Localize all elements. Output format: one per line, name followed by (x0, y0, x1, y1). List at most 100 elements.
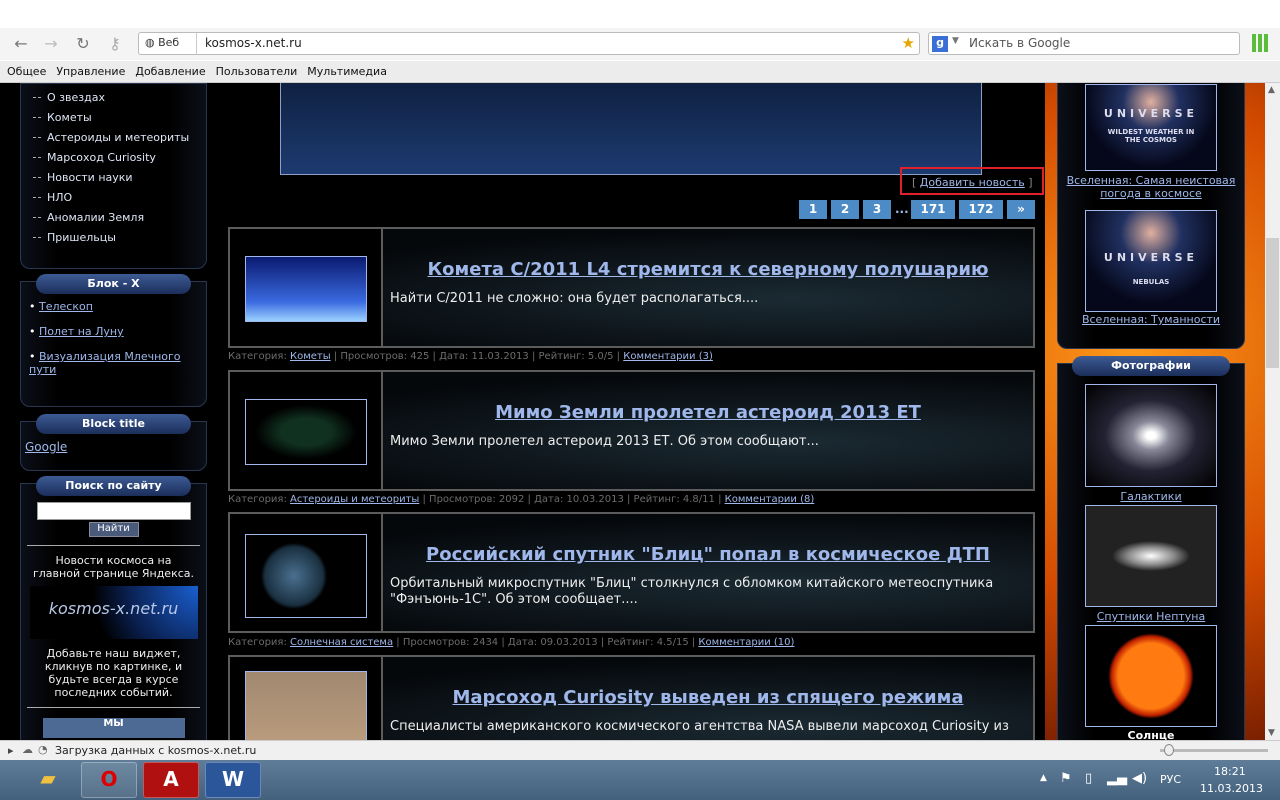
menu-item[interactable]: Астероиды и метеориты (21, 131, 206, 151)
search-box[interactable]: g ▼ Искать в Google (928, 32, 1240, 55)
news-title[interactable]: Комета C/2011 L4 стремится к северному п… (383, 259, 1033, 280)
photo-thumbnail[interactable] (1085, 625, 1217, 727)
news-title[interactable]: Российский спутник "Блиц" попал в космич… (383, 544, 1033, 565)
flag-icon[interactable]: ⚑ (1060, 771, 1072, 786)
page-button[interactable]: 1 (799, 200, 827, 219)
bookmark-item[interactable]: Мультимедиа (300, 61, 390, 78)
category-link[interactable]: Солнечная система (290, 637, 393, 648)
key-icon[interactable]: ⚷ (104, 34, 126, 54)
page-ellipsis: ... (895, 202, 909, 216)
page-button[interactable]: 3 (863, 200, 891, 219)
volume-icon[interactable]: ◀) (1132, 771, 1147, 786)
news-meta: Категория: Солнечная система | Просмотро… (228, 637, 795, 648)
speed-icon[interactable]: ◔ (38, 743, 48, 756)
block-x-link[interactable]: Телескоп (39, 300, 93, 313)
status-bar: ▸ ☁ ◔ Загрузка данных с kosmos-x.net.ru (0, 740, 1280, 760)
comments-link[interactable]: Комментарии (3) (623, 351, 713, 362)
block-x-link[interactable]: Визуализация Млечного пути (29, 350, 181, 376)
video-thumbnail[interactable]: UNIVERSE NEBULAS (1085, 210, 1217, 312)
bookmark-item[interactable]: Общее (0, 61, 49, 78)
add-news-link[interactable]: Добавить новость (920, 176, 1025, 189)
speed-dial-signal-icon[interactable] (1252, 34, 1268, 52)
menu-item[interactable]: Пришельцы (21, 231, 206, 251)
photos-title: Фотографии (1072, 356, 1230, 376)
scroll-down-icon[interactable]: ▼ (1268, 728, 1275, 738)
web-label: Веб (158, 36, 180, 49)
opera-icon[interactable]: O (81, 762, 137, 798)
menu-item[interactable]: Марсоход Curiosity (21, 151, 206, 171)
zoom-slider[interactable] (1160, 744, 1268, 756)
photo-link[interactable]: Солнце (1128, 729, 1175, 740)
next-page-button[interactable]: » (1007, 200, 1035, 219)
chevron-down-icon[interactable]: ▼ (952, 36, 959, 46)
google-icon[interactable]: g (932, 36, 948, 52)
news-desc: Мимо Земли пролетел астероид 2013 ЕТ. Об… (390, 434, 819, 449)
scroll-up-icon[interactable]: ▲ (1268, 85, 1275, 95)
meta-rating: Рейтинг: 4.8/11 (633, 494, 715, 505)
panel-toggle-icon[interactable]: ▸ (8, 744, 14, 757)
featured-image[interactable] (280, 83, 982, 175)
network-icon[interactable]: ▂▄ (1107, 771, 1127, 786)
news-thumbnail[interactable] (245, 256, 367, 322)
word-icon[interactable]: W (205, 762, 261, 798)
menu-item[interactable]: Кометы (21, 111, 206, 131)
menu-item[interactable]: НЛО (21, 191, 206, 211)
meta-label: Категория: (228, 351, 287, 362)
category-link[interactable]: Кометы (290, 351, 331, 362)
video-thumbnail[interactable]: UNIVERSE WILDEST WEATHER IN THE COSMOS (1085, 84, 1217, 171)
google-link[interactable]: Google (25, 440, 206, 454)
page-button[interactable]: 171 (911, 200, 955, 219)
tray-expand-icon[interactable]: ▲ (1040, 773, 1047, 783)
news-thumbnail[interactable] (245, 671, 367, 740)
photo-thumbnail[interactable] (1085, 384, 1217, 487)
block-title-heading: Block title (36, 414, 191, 434)
block-x-link[interactable]: Полет на Луну (39, 325, 124, 338)
news-thumbnail[interactable] (245, 534, 367, 618)
vertical-scrollbar[interactable]: ▲ ▼ (1265, 83, 1280, 740)
social-widget[interactable]: МЫ (42, 718, 185, 738)
video-img-title: UNIVERSE (1103, 107, 1199, 120)
battery-icon[interactable]: ▯ (1085, 771, 1092, 786)
page-button[interactable]: 172 (959, 200, 1003, 219)
site-search-button[interactable]: Найти (88, 522, 139, 537)
photo-link[interactable]: Галактики (1120, 490, 1181, 503)
web-page: О звездах Кометы Астероиды и метеориты М… (0, 83, 1265, 740)
reload-button[interactable]: ↻ (72, 34, 94, 54)
category-link[interactable]: Астероиды и метеориты (290, 494, 419, 505)
yandex-widget-banner[interactable]: kosmos-x.net.ru (29, 586, 198, 639)
scrollbar-thumb[interactable] (1266, 238, 1279, 368)
search-placeholder[interactable]: Искать в Google (969, 36, 1070, 50)
web-badge[interactable]: ◍ Веб (139, 33, 197, 54)
language-indicator[interactable]: РУС (1160, 773, 1181, 786)
news-title[interactable]: Марсоход Curiosity выведен из спящего ре… (383, 687, 1033, 708)
video-link[interactable]: Вселенная: Туманности (1082, 313, 1220, 326)
comments-link[interactable]: Комментарии (8) (725, 494, 815, 505)
bookmark-star-icon[interactable]: ★ (902, 34, 915, 52)
news-title[interactable]: Мимо Земли пролетел астероид 2013 ЕТ (383, 402, 1033, 423)
news-thumbnail[interactable] (245, 399, 367, 465)
video-link[interactable]: Вселенная: Самая неистовая погода в косм… (1067, 174, 1236, 200)
turbo-icon[interactable]: ☁ (22, 743, 33, 756)
menu-item[interactable]: Аномалии Земля (21, 211, 206, 231)
photo-link[interactable]: Спутники Нептуна (1097, 610, 1206, 623)
url-text[interactable]: kosmos-x.net.ru (205, 36, 302, 50)
acrobat-icon[interactable]: A (143, 762, 199, 798)
back-button[interactable]: ← (10, 34, 32, 54)
forward-button[interactable]: → (40, 34, 62, 54)
zoom-slider-handle[interactable] (1164, 744, 1174, 756)
meta-date: Дата: 10.03.2013 (534, 494, 624, 505)
page-button[interactable]: 2 (831, 200, 859, 219)
menu-item[interactable]: Новости науки (21, 171, 206, 191)
comments-link[interactable]: Комментарии (10) (698, 637, 794, 648)
site-search-input[interactable] (36, 502, 191, 520)
menu-item[interactable]: О звездах (21, 91, 206, 111)
address-bar[interactable]: ◍ Веб kosmos-x.net.ru ★ (138, 32, 920, 55)
photo-thumbnail[interactable] (1085, 505, 1217, 607)
bookmark-item[interactable]: Управление (49, 61, 128, 78)
explorer-icon[interactable]: ▰ (20, 762, 76, 798)
clock-date[interactable]: 11.03.2013 (1200, 782, 1263, 795)
bracket: ] (1028, 176, 1033, 189)
clock-time[interactable]: 18:21 (1214, 765, 1246, 778)
bookmark-item[interactable]: Пользователи (209, 61, 301, 78)
bookmark-item[interactable]: Добавление (128, 61, 208, 78)
